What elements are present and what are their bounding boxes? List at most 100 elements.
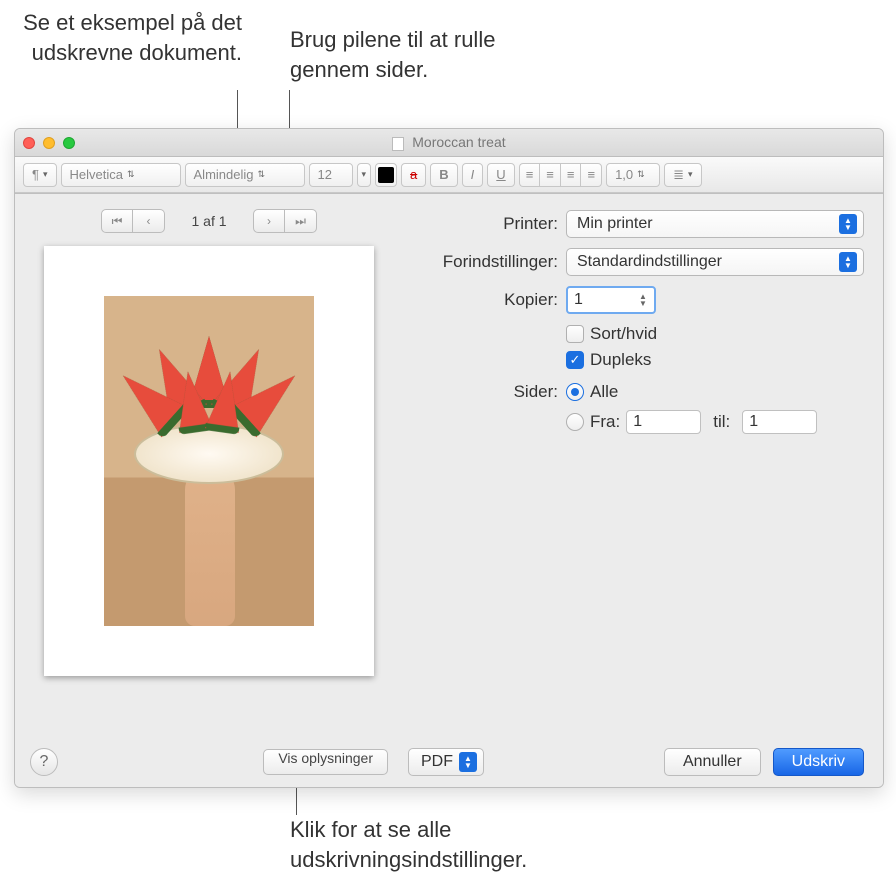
callout-preview: Se et eksempel på det udskrevne dokument… xyxy=(12,8,242,67)
print-options-pane: Printer: Min printer ▲▼ Forindstillinger… xyxy=(404,194,884,788)
font-style-select[interactable]: Almindelig ⇅ xyxy=(185,163,305,187)
font-family-select[interactable]: Helvetica ⇅ xyxy=(61,163,181,187)
duplex-checkbox[interactable]: ✓ xyxy=(566,351,584,369)
close-window-button[interactable] xyxy=(23,137,35,149)
copies-label: Kopier: xyxy=(408,290,558,310)
document-content-image xyxy=(104,296,314,626)
align-center-button[interactable]: ≡ xyxy=(539,163,560,187)
font-size-stepper[interactable]: ▾ xyxy=(357,163,372,187)
chevron-updown-icon: ▲▼ xyxy=(839,252,857,272)
duplex-label: Dupleks xyxy=(590,350,651,370)
text-color-button[interactable] xyxy=(375,163,397,187)
show-details-button[interactable]: Vis oplysninger xyxy=(263,749,388,775)
font-size-field[interactable]: 12 xyxy=(309,163,353,187)
callout-arrows: Brug pilene til at rulle gennem sider. xyxy=(290,25,540,84)
pages-row: Sider: Alle Fra: 1 til: 1 xyxy=(408,382,864,434)
duplex-row: ✓ Dupleks xyxy=(566,350,864,370)
chevron-updown-icon: ⇅ xyxy=(127,169,135,180)
chevron-updown-icon: ▲▼ xyxy=(839,214,857,234)
titlebar: Moroccan treat xyxy=(15,129,883,157)
blackwhite-row: Sort/hvid xyxy=(566,324,864,344)
copies-input[interactable]: 1 ▲▼ xyxy=(566,286,656,314)
pager-next-group: › ⏭ xyxy=(253,209,317,233)
pages-to-input[interactable]: 1 xyxy=(742,410,817,434)
pager-prev-group: ⏮ ‹ xyxy=(101,209,165,233)
copies-row: Kopier: 1 ▲▼ xyxy=(408,286,864,314)
pages-all-row: Alle xyxy=(566,382,817,402)
first-page-button[interactable]: ⏮ xyxy=(101,209,133,233)
zoom-window-button[interactable] xyxy=(63,137,75,149)
cancel-button-label: Annuller xyxy=(683,753,742,771)
blackwhite-checkbox[interactable] xyxy=(566,325,584,343)
presets-row: Forindstillinger: Standardindstillinger … xyxy=(408,248,864,276)
blackwhite-label: Sort/hvid xyxy=(590,324,657,344)
line-spacing-select[interactable]: 1,0 ⇅ xyxy=(606,163,660,187)
bold-button[interactable]: B xyxy=(430,163,457,187)
page-preview xyxy=(30,246,388,738)
chevron-updown-icon: ⇅ xyxy=(637,169,645,180)
line-spacing-value: 1,0 xyxy=(615,167,633,182)
presets-value: Standardindstillinger xyxy=(577,253,722,271)
document-icon xyxy=(392,137,404,151)
help-button[interactable]: ? xyxy=(30,748,58,776)
help-icon: ? xyxy=(40,753,49,771)
callout-details: Klik for at se alle udskrivningsindstill… xyxy=(290,815,610,874)
pages-range-row: Fra: 1 til: 1 xyxy=(566,410,817,434)
font-style-value: Almindelig xyxy=(194,167,254,182)
presets-select[interactable]: Standardindstillinger ▲▼ xyxy=(566,248,864,276)
print-preview-pane: ⏮ ‹ 1 af 1 › ⏭ xyxy=(14,194,404,788)
pages-from-input[interactable]: 1 xyxy=(626,410,701,434)
paragraph-style-button[interactable]: ¶ ▾ xyxy=(23,163,57,187)
clear-style-button[interactable]: a xyxy=(401,163,426,187)
show-details-label: Vis oplysninger xyxy=(278,750,373,766)
window-title: Moroccan treat xyxy=(15,134,883,150)
pages-label: Sider: xyxy=(408,382,558,402)
preview-footer: ? Vis oplysninger xyxy=(30,738,388,776)
pdf-button-label: PDF xyxy=(421,753,453,771)
pages-from-value: 1 xyxy=(633,413,642,431)
chevron-updown-icon: ⇅ xyxy=(258,169,266,180)
align-justify-button[interactable]: ≡ xyxy=(580,163,602,187)
window-controls xyxy=(23,137,75,149)
printer-value: Min printer xyxy=(577,215,653,233)
print-button[interactable]: Udskriv xyxy=(773,748,864,776)
pages-range-radio[interactable] xyxy=(566,413,584,431)
italic-button[interactable]: I xyxy=(462,163,484,187)
copies-value: 1 xyxy=(574,291,583,309)
next-page-button[interactable]: › xyxy=(253,209,285,233)
dialog-footer: PDF ▲▼ Annuller Udskriv xyxy=(408,738,864,776)
window-title-text: Moroccan treat xyxy=(412,134,505,150)
pages-all-radio[interactable] xyxy=(566,383,584,401)
align-left-button[interactable]: ≡ xyxy=(519,163,540,187)
pdf-menu-button[interactable]: PDF ▲▼ xyxy=(408,748,484,776)
presets-label: Forindstillinger: xyxy=(408,252,558,272)
font-size-value: 12 xyxy=(318,167,332,182)
format-toolbar: ¶ ▾ Helvetica ⇅ Almindelig ⇅ 12 ▾ a B I … xyxy=(15,157,883,193)
footer-right: Annuller Udskriv xyxy=(664,748,864,776)
printer-select[interactable]: Min printer ▲▼ xyxy=(566,210,864,238)
font-family-value: Helvetica xyxy=(70,167,123,182)
preview-pager: ⏮ ‹ 1 af 1 › ⏭ xyxy=(30,204,388,238)
page-indicator: 1 af 1 xyxy=(179,213,239,229)
page-sheet xyxy=(44,246,374,676)
pages-to-value: 1 xyxy=(749,413,758,431)
pages-from-label: Fra: xyxy=(590,412,620,432)
chevron-updown-icon: ▲▼ xyxy=(459,752,477,772)
underline-button[interactable]: U xyxy=(487,163,514,187)
pages-all-label: Alle xyxy=(590,382,618,402)
printer-label: Printer: xyxy=(408,214,558,234)
stepper-icon: ▲▼ xyxy=(636,293,650,307)
list-style-button[interactable]: ≣ ▾ xyxy=(664,163,701,187)
minimize-window-button[interactable] xyxy=(43,137,55,149)
pages-radio-group: Alle Fra: 1 til: 1 xyxy=(566,382,817,434)
alignment-group: ≡ ≡ ≡ ≡ xyxy=(519,163,602,187)
print-dialog: ⏮ ‹ 1 af 1 › ⏭ xyxy=(14,193,884,788)
pages-to-label: til: xyxy=(713,412,730,432)
last-page-button[interactable]: ⏭ xyxy=(285,209,317,233)
align-right-button[interactable]: ≡ xyxy=(560,163,581,187)
cancel-button[interactable]: Annuller xyxy=(664,748,761,776)
prev-page-button[interactable]: ‹ xyxy=(133,209,165,233)
print-button-label: Udskriv xyxy=(792,753,845,771)
printer-row: Printer: Min printer ▲▼ xyxy=(408,210,864,238)
app-window: Moroccan treat ¶ ▾ Helvetica ⇅ Almindeli… xyxy=(14,128,884,788)
